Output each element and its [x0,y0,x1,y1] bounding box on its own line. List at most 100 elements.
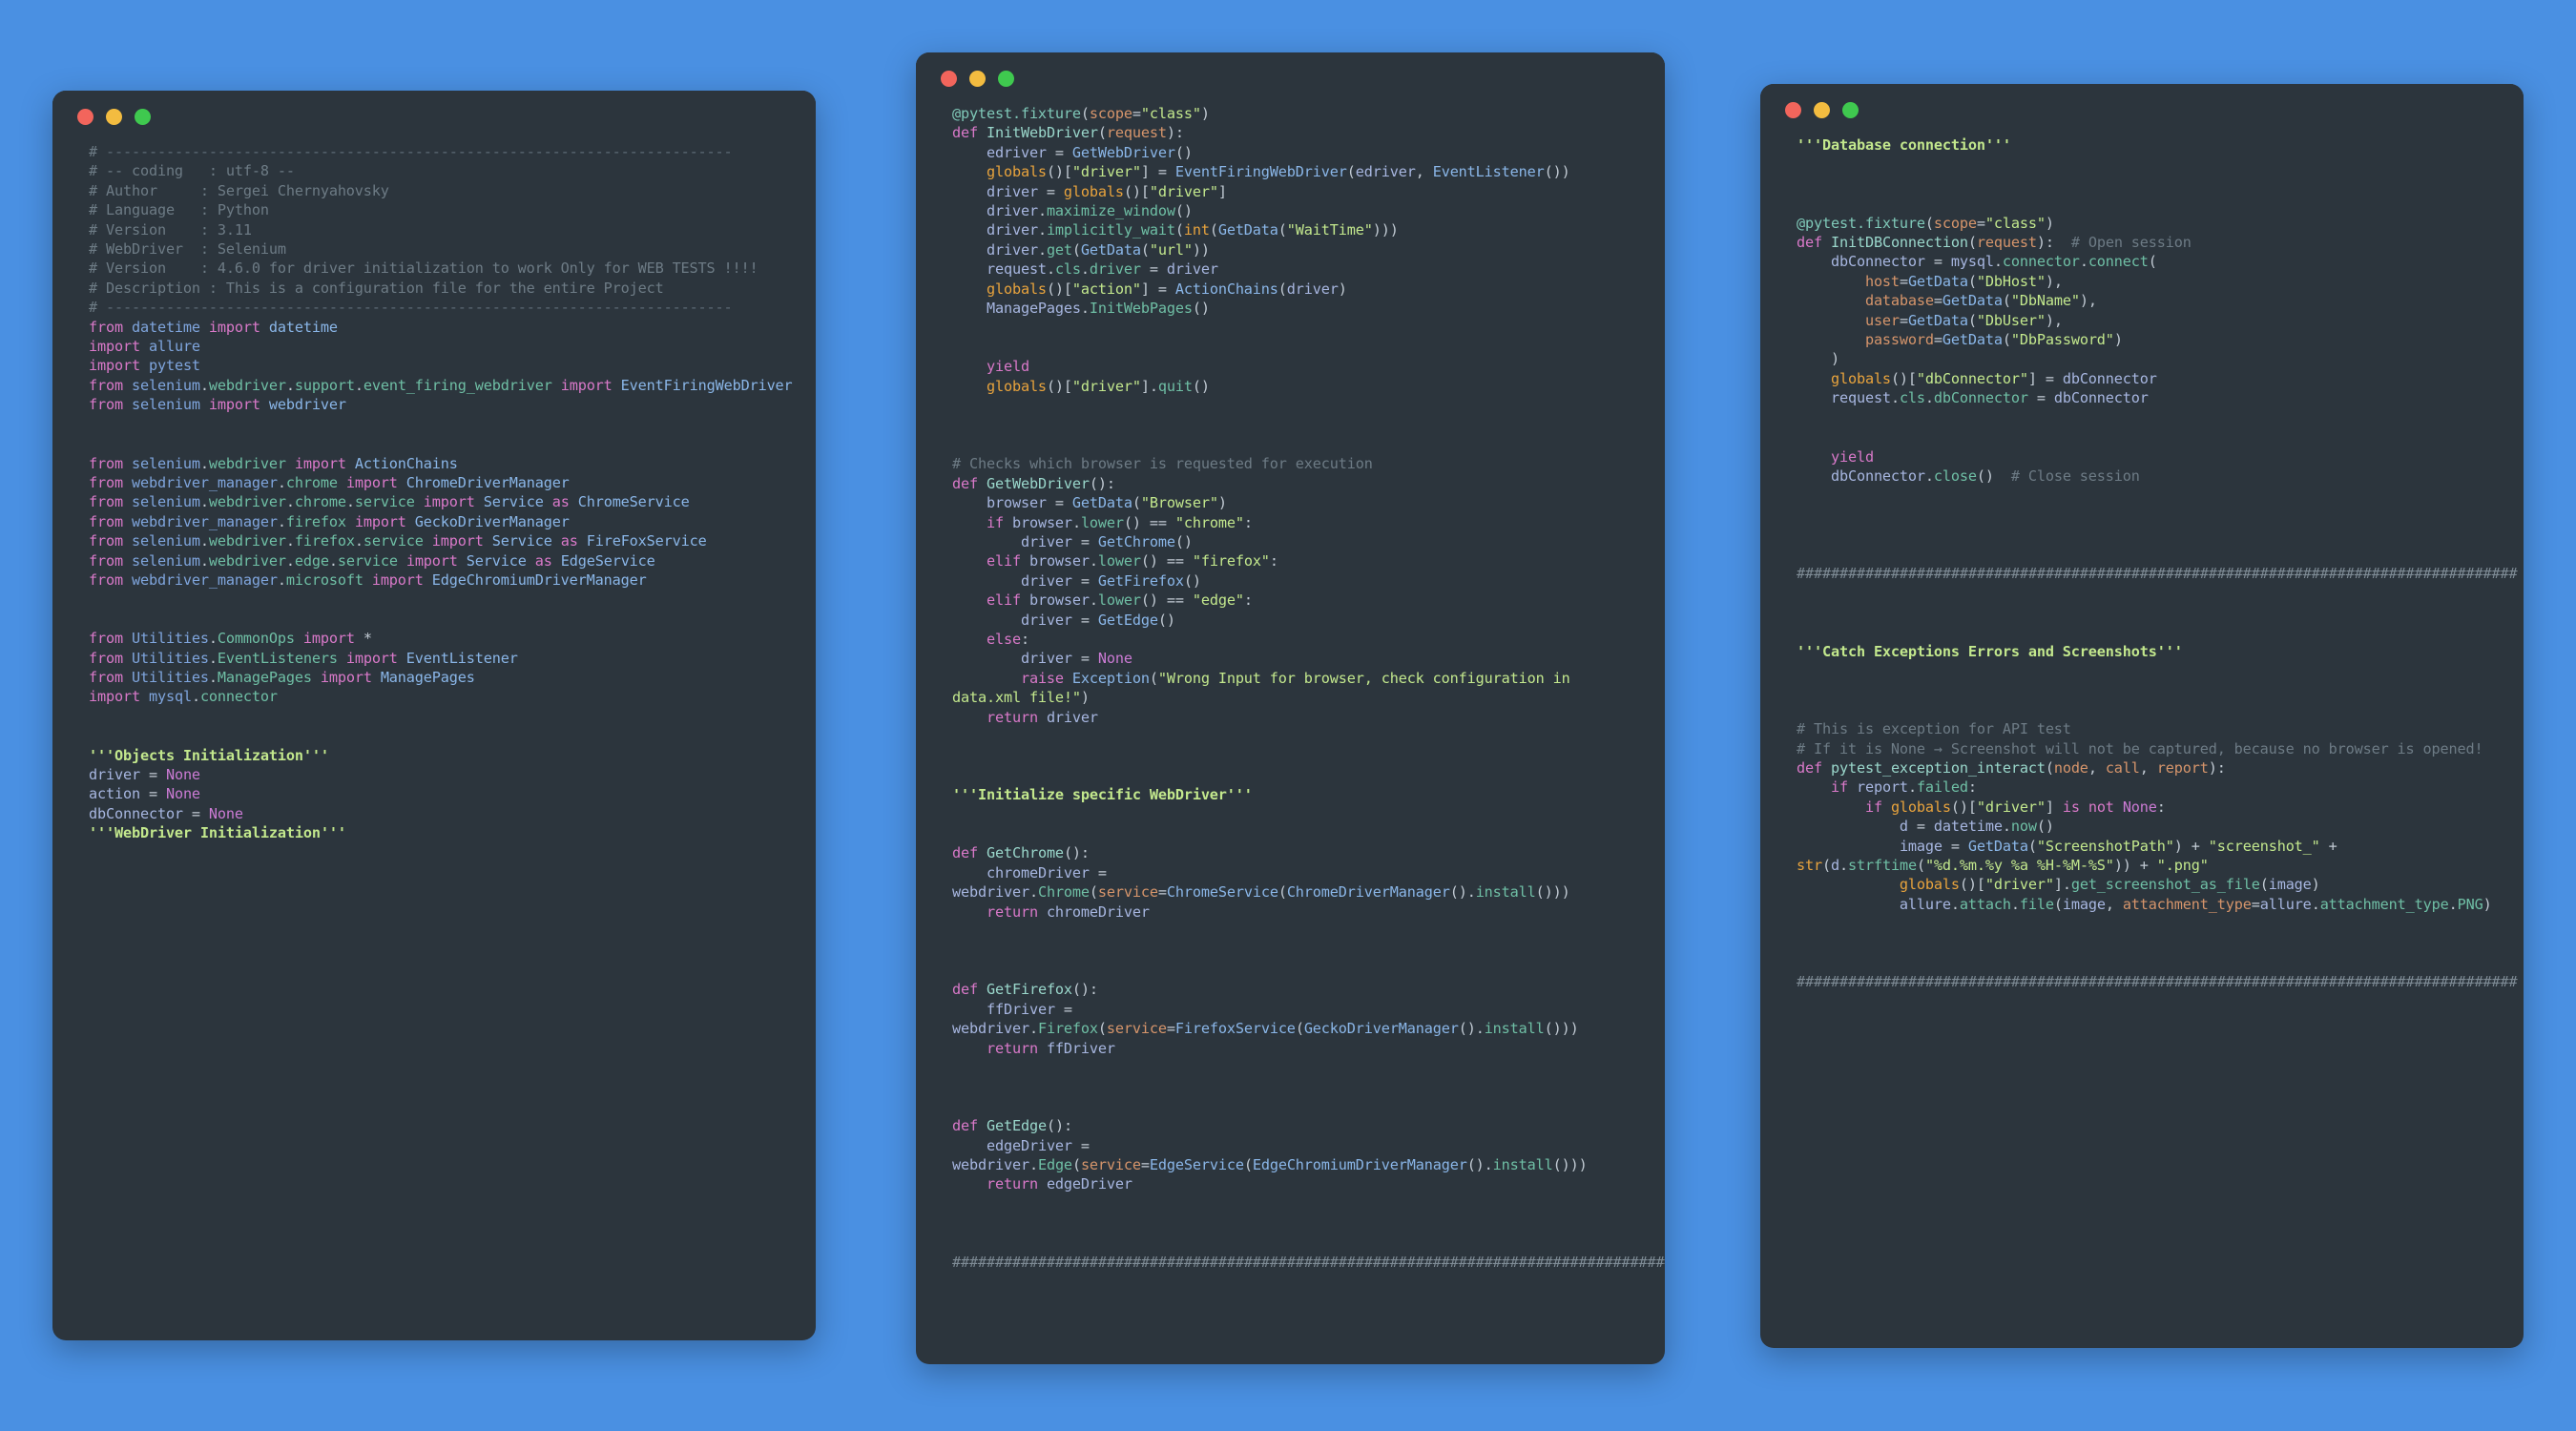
code-token: : [2156,798,2166,816]
code-token: webdriver_manager [131,473,278,491]
code-line: ########################################… [952,1253,1665,1272]
code-token: ()[ [1959,876,1985,894]
code-token: import [199,318,269,336]
code-token: '''Catch Exceptions Errors and Screensho… [1797,642,2183,660]
code-token: Edge [1037,1155,1072,1173]
code-token: ) [1200,105,1210,122]
code-token: = [1899,272,1908,290]
code-token: def [952,844,987,862]
window-titlebar[interactable] [52,91,816,142]
code-content[interactable]: '''Database connection''' @pytest.fixtur… [1760,135,2524,1009]
code-token: : [1020,630,1029,648]
code-line: def GetEdge(): [952,1116,1640,1135]
code-line: return chromeDriver [952,902,1640,922]
code-token: if [1797,798,1891,816]
code-token: . [208,668,218,686]
code-line: driver = globals()["driver"] [952,182,1640,201]
code-line: @pytest.fixture(scope="class") [952,104,1640,123]
code-line: globals()["driver"] = EventFiringWebDriv… [952,162,1640,181]
code-token: connector [199,688,278,706]
code-token: )) + [2113,857,2157,875]
code-token: (): [1063,844,1090,862]
code-token: PNG [2457,895,2483,913]
code-token: cls [1054,260,1081,279]
window-titlebar[interactable] [1760,84,2524,135]
code-token: = [1037,182,1064,200]
code-token: driver [1089,260,1141,279]
code-token: "driver" [1071,163,1141,181]
code-token: None [165,766,200,783]
code-token: FirefoxService [1174,1020,1296,1038]
code-token: () [1976,467,1994,485]
code-token: import [423,532,492,550]
maximize-button-icon[interactable] [135,108,151,125]
code-token: # Language : Python [89,201,269,219]
code-token: # Open session [2053,234,2192,252]
code-line: import mysql.connector [89,687,791,706]
code-token: lower [1080,513,1124,531]
code-content[interactable]: @pytest.fixture(scope="class") def InitWe… [916,104,1665,1289]
code-window-db-and-exception-hooks[interactable]: '''Database connection''' @pytest.fixtur… [1760,84,2524,1348]
code-token: GetData [1080,240,1141,259]
code-token: = [1071,611,1098,629]
minimize-button-icon[interactable] [106,108,122,125]
code-token: = [1933,292,1942,310]
code-token: = [139,766,166,783]
code-token: ] = [2027,369,2063,387]
code-window-conftest-header-imports[interactable]: # --------------------------------------… [52,91,816,1340]
code-window-webdriver-fixtures[interactable]: @pytest.fixture(scope="class") def InitWe… [916,52,1665,1364]
code-token: Firefox [1037,1020,1098,1038]
code-token: . [1046,260,1055,279]
code-token: now [2010,818,2037,836]
code-token: = [1166,1020,1175,1038]
code-token: webdriver [952,1155,1029,1173]
code-token: Service [483,493,544,511]
code-token: pytest [148,357,200,375]
code-line: '''WebDriver Initialization''' [89,823,791,842]
minimize-button-icon[interactable] [969,70,986,87]
maximize-button-icon[interactable] [998,70,1014,87]
code-token: scope [1933,214,1977,232]
code-content[interactable]: # --------------------------------------… [52,142,816,861]
code-token: ManagePages [952,300,1081,318]
close-button-icon[interactable] [1785,101,1801,118]
code-token: EdgeService [560,551,655,570]
close-button-icon[interactable] [77,108,93,125]
code-token: lower [1097,552,1141,570]
code-token: # Version : 3.11 [89,220,252,238]
code-token: . [208,649,218,667]
code-token: firefox [285,512,346,530]
code-token: None [165,785,200,803]
code-token: "firefox" [1192,552,1270,570]
close-button-icon[interactable] [941,70,957,87]
code-token: service [1097,883,1158,902]
window-titlebar[interactable] [916,52,1665,104]
code-token: browser [1028,552,1090,570]
code-line: # Checks which browser is requested for … [952,454,1640,473]
code-line: from webdriver_manager.microsoft import … [89,570,791,590]
code-token: + [2319,837,2346,855]
maximize-button-icon[interactable] [1842,101,1859,118]
code-token: = [1924,253,1951,271]
code-token: webdriver [208,551,286,570]
code-token: from [89,668,132,686]
code-token: globals [1890,798,1951,816]
code-line: yield [952,357,1640,376]
minimize-button-icon[interactable] [1814,101,1830,118]
code-token: GetData [1942,331,2003,349]
code-token: webdriver [268,396,346,414]
code-token: get_screenshot_as_file [2070,876,2260,894]
code-line: '''Objects Initialization''' [89,746,791,765]
code-token: = [1071,650,1098,668]
code-token: InitDBConnection [1830,234,1968,252]
code-token: GetChrome [986,844,1064,862]
code-token: , [1415,163,1433,181]
